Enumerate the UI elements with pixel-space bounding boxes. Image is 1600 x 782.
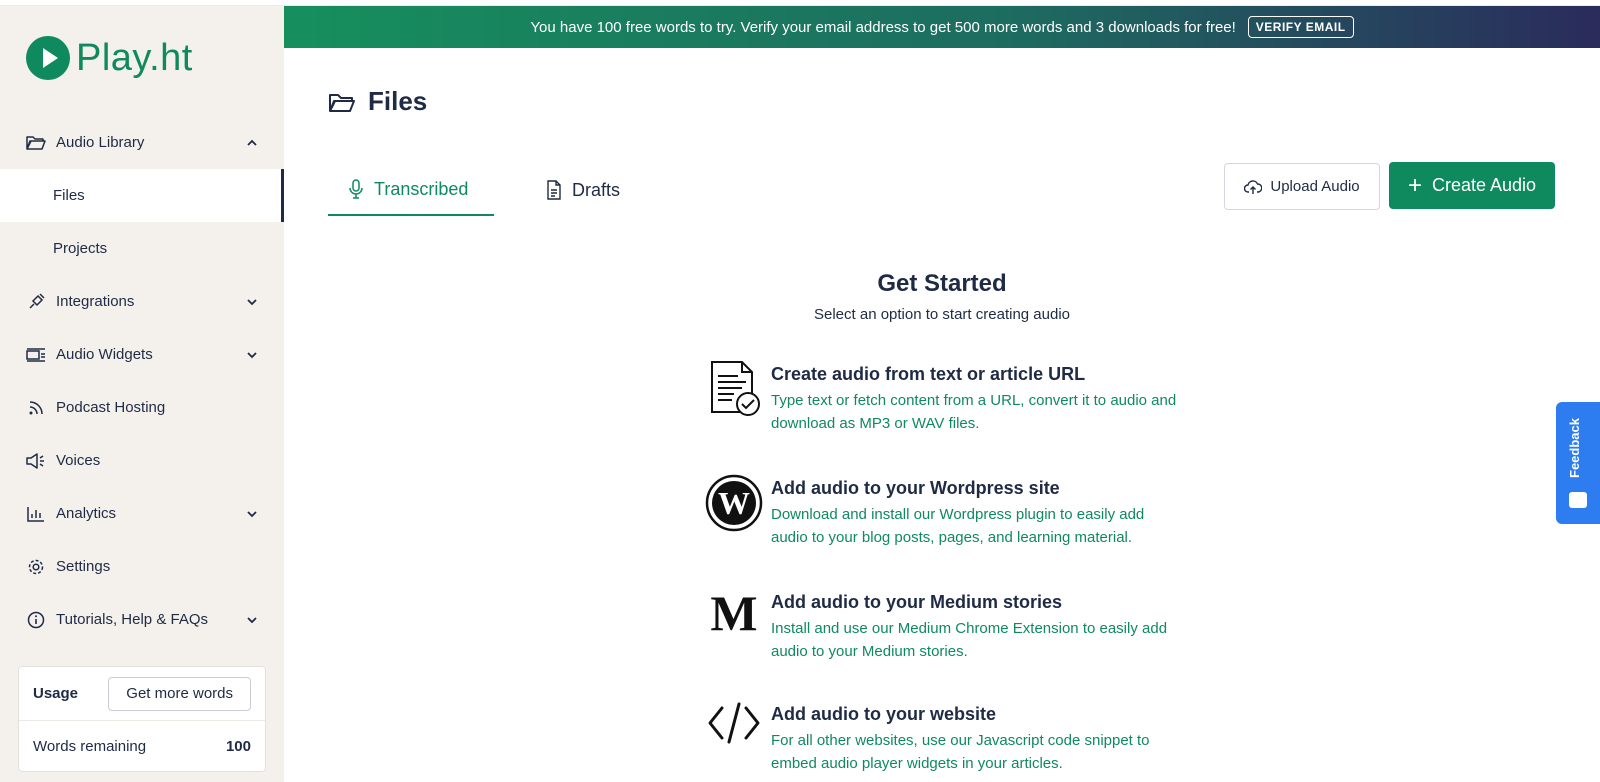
option-description: Type text or fetch content from a URL, c…	[771, 392, 1177, 432]
option-description: Install and use our Medium Chrome Extens…	[771, 620, 1168, 660]
upload-audio-button[interactable]: Upload Audio	[1224, 163, 1380, 210]
page-title-text: Files	[368, 86, 428, 116]
tab-transcribed[interactable]: Transcribed	[328, 164, 494, 216]
option-text-to-audio[interactable]: Create audio from text or article URL Ty…	[704, 360, 1184, 435]
words-remaining-count: 100	[225, 737, 251, 755]
page-title: Files	[328, 86, 427, 117]
sidebar-item-files[interactable]: Files	[0, 169, 284, 222]
sidebar-item-audio-library[interactable]: Audio Library	[0, 116, 284, 169]
logo[interactable]: Play.ht	[26, 36, 193, 80]
sidebar: Play.ht Audio Library Files Projects Int…	[0, 6, 284, 782]
sidebar-item-projects[interactable]: Projects	[0, 222, 284, 275]
chevron-down-icon	[247, 616, 257, 623]
usage-label: Usage	[33, 685, 79, 702]
option-medium[interactable]: M Add audio to your Medium stories Insta…	[704, 588, 1184, 663]
feedback-label: Feedback	[1567, 418, 1582, 478]
words-remaining-row: Words remaining 100	[19, 721, 265, 771]
banner-message: You have 100 free words to try. Verify y…	[530, 18, 1236, 36]
verify-email-button[interactable]: VERIFY EMAIL	[1247, 16, 1354, 38]
sidebar-item-podcast-hosting[interactable]: Podcast Hosting	[0, 381, 284, 434]
speaker-icon	[26, 451, 46, 471]
sidebar-item-label: Podcast Hosting	[56, 399, 166, 416]
sidebar-item-label: Settings	[56, 558, 111, 575]
sidebar-item-audio-widgets[interactable]: Audio Widgets	[0, 328, 284, 381]
feedback-tab[interactable]: Feedback	[1556, 402, 1600, 524]
chevron-down-icon	[247, 351, 257, 358]
upload-audio-label: Upload Audio	[1270, 178, 1360, 195]
sidebar-item-analytics[interactable]: Analytics	[0, 487, 284, 540]
words-remaining-label: Words remaining	[33, 737, 147, 755]
get-started-subtitle: Select an option to start creating audio	[814, 306, 1070, 323]
option-wordpress[interactable]: W Add audio to your Wordpress site Downl…	[704, 474, 1184, 549]
sidebar-nav: Audio Library Files Projects Integration…	[0, 116, 284, 646]
get-more-words-button[interactable]: Get more words	[108, 676, 251, 711]
tab-label: Transcribed	[374, 178, 469, 199]
gear-icon	[26, 557, 46, 577]
sidebar-item-label: Analytics	[56, 505, 117, 522]
sidebar-item-label: Audio Widgets	[56, 346, 153, 363]
wordpress-icon: W	[704, 474, 764, 534]
file-tabs: Transcribed Drafts	[328, 164, 620, 216]
widget-icon	[26, 345, 46, 365]
article-check-icon	[704, 360, 764, 420]
usage-header: Usage Get more words	[19, 667, 265, 721]
sidebar-item-voices[interactable]: Voices	[0, 434, 284, 487]
sidebar-item-label: Projects	[53, 240, 108, 257]
verify-email-banner: You have 100 free words to try. Verify y…	[284, 6, 1600, 48]
folder-open-icon	[328, 90, 356, 114]
option-title: Add audio to your Wordpress site	[771, 478, 1060, 498]
medium-icon: M	[704, 588, 764, 648]
microphone-icon	[348, 179, 366, 199]
logo-text: Play.ht	[76, 36, 193, 79]
plus-icon: +	[1407, 171, 1422, 199]
play-logo-icon	[26, 36, 70, 80]
chat-icon	[1569, 492, 1587, 508]
svg-text:W: W	[718, 485, 750, 521]
option-description: For all other websites, use our Javascri…	[771, 732, 1150, 772]
document-icon	[546, 180, 564, 200]
chevron-down-icon	[247, 510, 257, 517]
sidebar-item-settings[interactable]: Settings	[0, 540, 284, 593]
create-audio-label: Create Audio	[1431, 175, 1537, 195]
option-title: Create audio from text or article URL	[771, 364, 1086, 384]
folder-open-icon	[26, 133, 46, 153]
option-website[interactable]: Add audio to your website For all other …	[704, 700, 1184, 775]
info-icon	[26, 610, 46, 630]
sidebar-item-label: Audio Library	[56, 134, 145, 151]
code-icon	[704, 700, 764, 760]
rss-icon	[26, 398, 46, 418]
get-started-title: Get Started	[877, 270, 1007, 297]
tab-label: Drafts	[572, 179, 621, 200]
sidebar-item-tutorials[interactable]: Tutorials, Help & FAQs	[0, 593, 284, 646]
tab-drafts[interactable]: Drafts	[546, 164, 620, 216]
cloud-upload-icon	[1244, 179, 1263, 195]
svg-text:M: M	[710, 588, 757, 640]
usage-panel: Usage Get more words Words remaining 100	[18, 666, 266, 772]
chevron-up-icon	[247, 139, 257, 146]
option-title: Add audio to your Medium stories	[771, 592, 1063, 612]
option-description: Download and install our Wordpress plugi…	[771, 506, 1145, 546]
bar-chart-icon	[26, 504, 46, 524]
sidebar-item-label: Tutorials, Help & FAQs	[56, 611, 208, 628]
create-audio-button[interactable]: + Create Audio	[1389, 162, 1555, 209]
sidebar-item-label: Voices	[56, 452, 101, 469]
option-title: Add audio to your website	[771, 704, 997, 724]
sidebar-item-label: Files	[53, 187, 85, 204]
